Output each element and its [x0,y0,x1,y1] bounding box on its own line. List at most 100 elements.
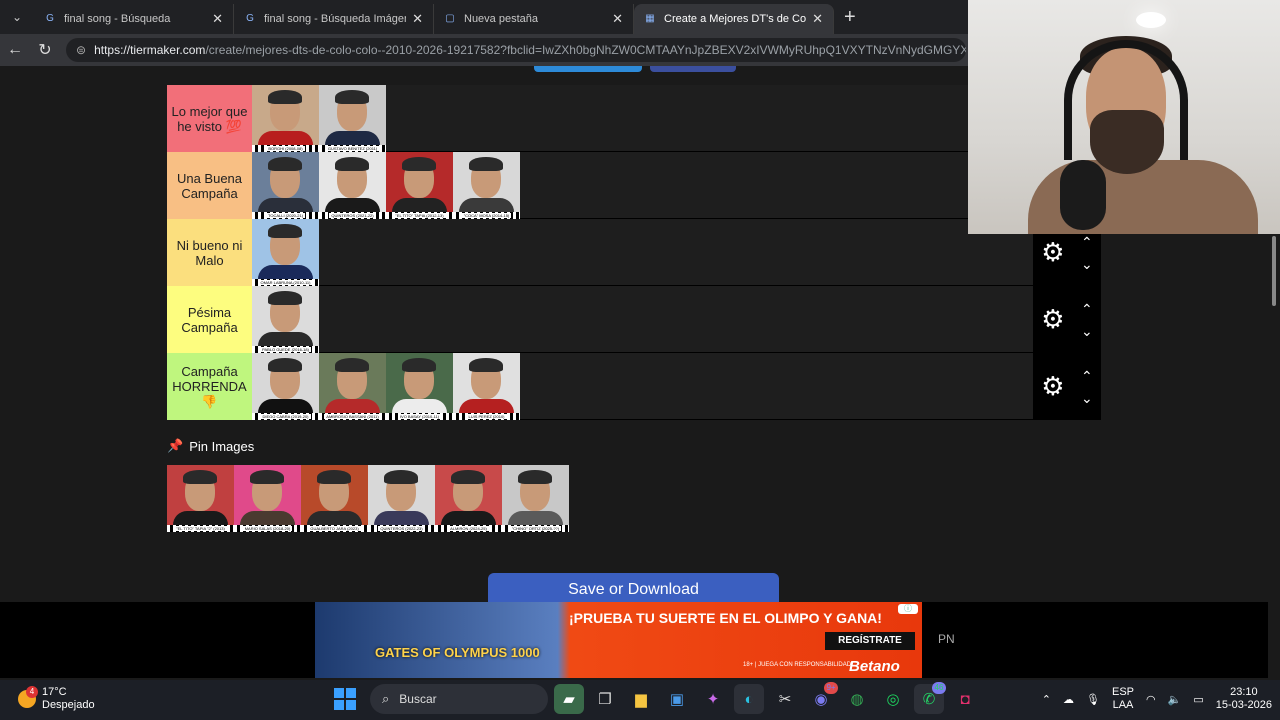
whatsapp-icon[interactable]: ✆ 46 [914,682,946,714]
clock[interactable]: 23:10 15-03-2026 [1216,686,1272,712]
instagram-icon[interactable]: ◘ [950,684,980,714]
tab-close-icon[interactable]: ✕ [412,11,423,27]
wifi-icon[interactable]: ◠ [1146,693,1156,706]
discord-icon[interactable]: ◉ 9+ [806,682,838,714]
pin-images-toggle[interactable]: 📌 Pin Images [167,438,254,454]
ad-register-button[interactable]: REGÍSTRATE [825,632,915,650]
snipping-tool-icon[interactable]: ✂ [770,684,800,714]
url-field[interactable]: ⊜ https://tiermaker.com /create/mejores-… [66,38,966,62]
taskbar-search[interactable]: ⌕ Buscar [370,684,548,714]
tab-close-icon[interactable]: ✕ [212,11,223,27]
coach-image[interactable]: "EL TITO" TAPIA "2" (2013) [167,465,234,532]
battery-icon[interactable]: ▭ [1193,693,1203,706]
top-button-navy[interactable] [650,66,736,72]
coach-image[interactable]: "EL TITO" TAPIA (2012-13) [386,152,453,219]
coach-caption: "EL TITO" TAPIA (2012-13) [393,213,446,218]
coach-image[interactable]: MARIO SALAS (2018-20) [234,465,301,532]
coach-hair [268,291,302,305]
onedrive-cloud-icon[interactable]: ☁ [1063,693,1074,706]
coach-caption: AMBROSIO BASSANI (2011) [324,414,381,419]
tier-label[interactable]: Ni bueno ni Malo [167,219,252,286]
tier-images[interactable]: TOCALLI (2020-21) QUINTEROS (2021-22) "EL … [252,152,520,219]
coach-caption-strip: QUINTEROS (2022-23) [368,525,435,532]
coach-caption-strip: PABLO GUEDE (2016-18) [252,346,319,353]
microphone-icon[interactable]: 🎙 [1086,693,1100,706]
chevron-down-icon[interactable]: ⌄ [1081,320,1093,342]
coach-hair [317,470,351,484]
ad-info-icon[interactable]: ⓘ [898,604,918,614]
coach-image[interactable]: IVO BASAY (2010-11) [386,353,453,420]
browser-tab[interactable]: Gfinal song - Búsqueda ✕ [34,4,234,34]
tab-close-icon[interactable]: ✕ [612,11,623,27]
windows-start-icon[interactable] [334,688,356,710]
tier-label[interactable]: Campaña HORRENDA 👎 [167,353,252,420]
chevron-down-icon[interactable]: ⌄ [1081,253,1093,275]
chevron-down-icon[interactable]: ⌄ [1081,387,1093,409]
scrollbar-thumb[interactable] [1272,236,1276,306]
coach-hair [250,470,284,484]
tier-label[interactable]: Lo mejor que he visto 💯 [167,85,252,152]
coach-image[interactable]: QUINTEROS (2022-23) [368,465,435,532]
betano-ad[interactable]: GATES OF OLYMPUS 1000 ¡PRUEBA TU SUERTE … [315,602,922,678]
coach-image[interactable]: OMAR LABRUNA (2010-11) [252,219,319,286]
file-explorer-icon[interactable]: ▆ [626,684,656,714]
gear-icon[interactable]: ⚙ [1041,371,1064,402]
back-arrow-icon[interactable]: ← [0,41,30,59]
coach-image[interactable]: ALMIRON (2024-25) [435,465,502,532]
spotify-icon[interactable]: ◎ [878,684,908,714]
coach-caption-strip: BORGHI (2008-08) [252,145,319,152]
tier-label[interactable]: Pésima Campaña [167,286,252,353]
coach-image[interactable]: GUSTAVO BENITEZ (2011) [319,85,386,152]
browser-tab[interactable]: ▢ Nueva pestaña ✕ [434,4,634,34]
tier-images[interactable]: BORGHI (2008-08) GUSTAVO BENITEZ (2011) [252,85,386,152]
new-tab-plus-icon[interactable]: + [844,6,856,29]
tab-search-chevron-icon[interactable]: ⌄ [0,0,34,34]
gear-icon[interactable]: ⚙ [1041,237,1064,268]
tab-close-icon[interactable]: ✕ [812,11,823,27]
chrome-icon[interactable]: ◍ [842,684,872,714]
tier-images[interactable]: OMAR LABRUNA (2010-11) [252,219,319,286]
tray-chevron-up-icon[interactable]: ⌃ [1042,693,1051,706]
language-indicator[interactable]: ESP LAA [1112,686,1134,712]
lang-layout: LAA [1112,699,1134,711]
browser-tab[interactable]: Gfinal song - Búsqueda Imágenes ✕ [234,4,434,34]
edge-browser-icon[interactable]: ◐ [734,684,764,714]
coach-caption-strip: GUSTAVO BENITEZ (2011) [319,145,386,152]
coach-caption: OMAR LABRUNA (2010-11) [258,280,313,285]
task-view-icon[interactable]: ❐ [590,684,620,714]
coach-caption-strip: OMAR LABRUNA (2010-11) [252,279,319,286]
weather-widget[interactable]: 4 17°C Despejado [18,686,95,712]
chevron-up-icon[interactable]: ⌃ [1081,365,1093,387]
copilot-icon[interactable]: ✦ [698,684,728,714]
pin-images-label: Pin Images [189,438,255,454]
volume-icon[interactable]: 🔈 [1168,693,1182,706]
coach-caption-strip: "EL TITO" TAPIA "2" (2013) [167,525,234,532]
chevron-up-icon[interactable]: ⌃ [1081,298,1093,320]
ms-store-icon[interactable]: ▣ [662,684,692,714]
coach-image[interactable]: "COCA" MOSA (2014-15) [453,152,520,219]
coach-image[interactable]: AMBROSIO BASSANI (2011) [319,353,386,420]
tier-images[interactable]: DIEGO CABRA (2019-20) AMBROSIO BASSANI (2… [252,353,520,420]
widget-landscape-icon[interactable]: ▰ [554,684,584,714]
tier-label[interactable]: Una Buena Campaña [167,152,252,219]
coach-image[interactable]: GUALBERTO JARA (2023) [301,465,368,532]
coach-caption-strip: IVO BASAY (2010-11) [386,413,453,420]
browser-tab[interactable]: ▦ Create a Mejores DT's de Colo-Colo ✕ [634,4,834,34]
coach-caption-strip: QUINTEROS (2021-22) [319,212,386,219]
coach-image[interactable]: LUIS PEREZ (2010) [453,353,520,420]
coach-image[interactable]: TOCALLI (2020-21) [252,152,319,219]
coach-image[interactable]: PABLO GUEDE (2016-18) [252,286,319,353]
coach-caption-strip: DIEGO CABRA (2019-20) [252,413,319,420]
tier-row: Lo mejor que he visto 💯 BORGHI (2008-08) G… [167,85,1101,152]
site-info-icon[interactable]: ⊜ [76,43,86,57]
coach-image[interactable]: DIEGO CABRA (2019-20) [252,353,319,420]
coach-image[interactable]: BORGHI (2008-08) [252,85,319,152]
coach-image[interactable]: QUINTEROS (2021-22) [319,152,386,219]
coach-image[interactable]: "CHINO" ORTIZ (2025-??) [502,465,569,532]
coach-hair [268,224,302,238]
tier-images[interactable]: PABLO GUEDE (2016-18) [252,286,319,353]
gear-icon[interactable]: ⚙ [1041,304,1064,335]
reload-icon[interactable]: ↻ [30,40,60,60]
save-or-download-button[interactable]: Save or Download [488,573,779,602]
top-button-blue[interactable] [534,66,642,72]
